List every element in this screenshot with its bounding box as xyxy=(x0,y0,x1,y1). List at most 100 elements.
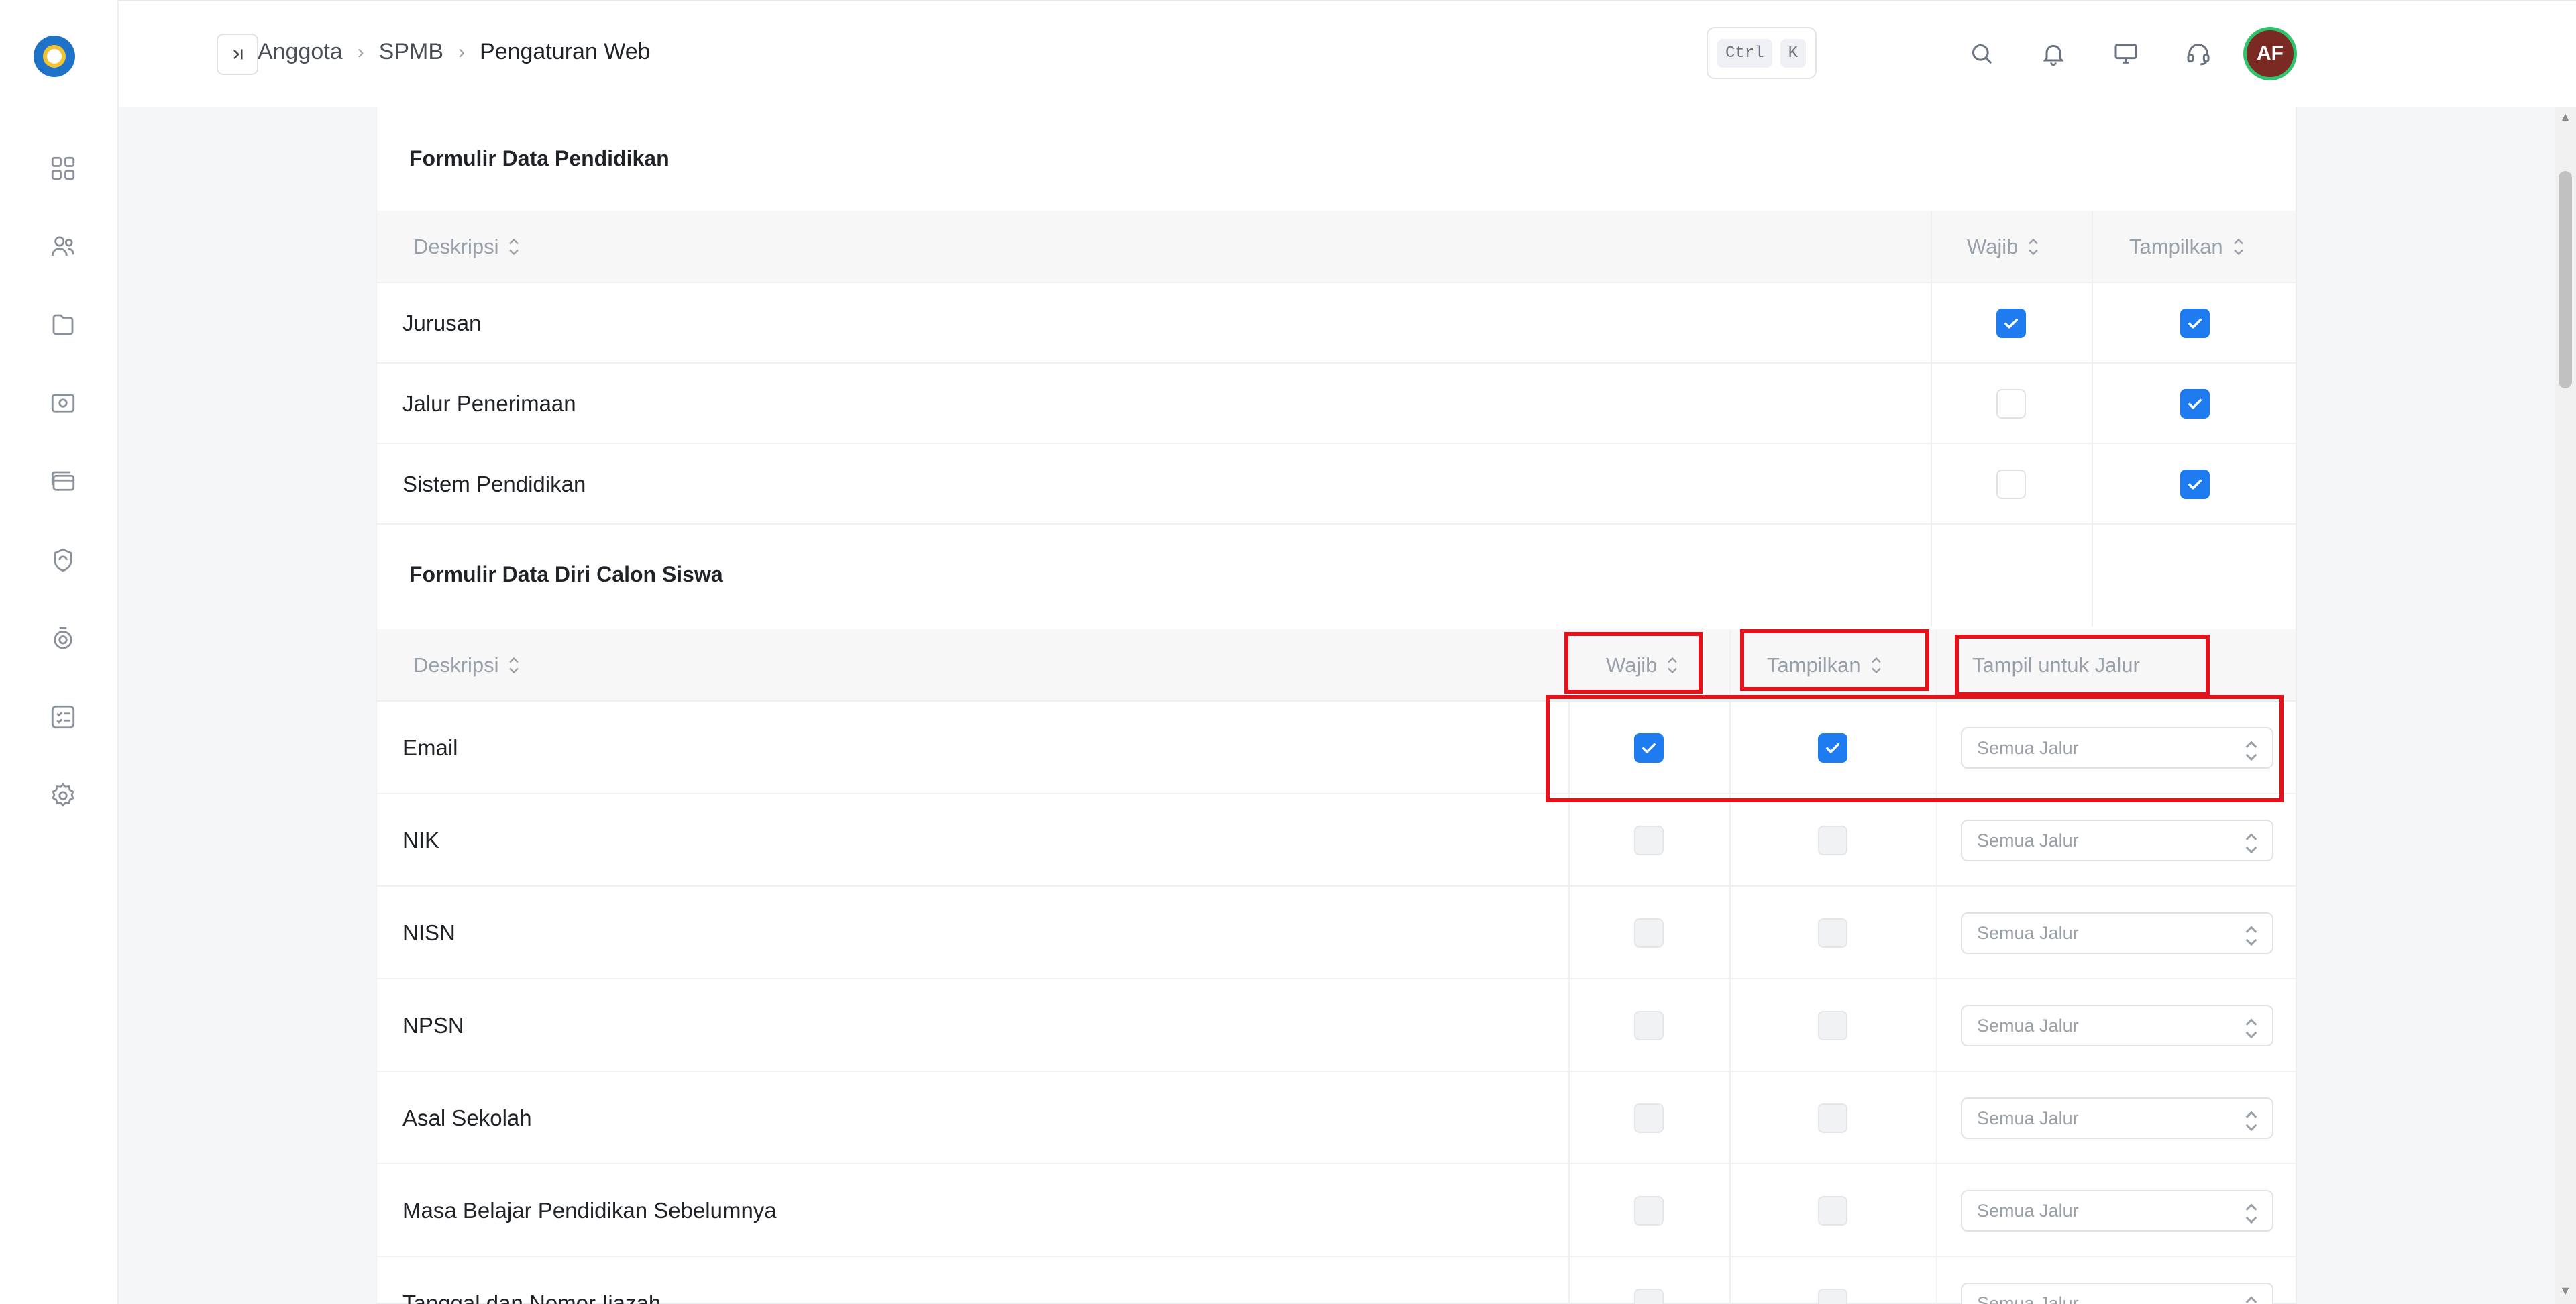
row-label: Jurusan xyxy=(402,311,482,335)
chevron-updown-icon xyxy=(2244,1294,2259,1304)
users-icon[interactable] xyxy=(47,230,79,262)
row-label: NISN xyxy=(402,920,455,945)
sort-icon xyxy=(508,655,520,675)
table-row: Asal Sekolah Semua Jalur xyxy=(377,1072,2296,1164)
jalur-select[interactable]: Semua Jalur xyxy=(1961,1005,2273,1046)
jalur-select[interactable]: Semua Jalur xyxy=(1961,1097,2273,1139)
scroll-up-icon[interactable]: ▲ xyxy=(2559,110,2572,123)
settings-card: Formulir Data Pendidikan Deskripsi Wajib… xyxy=(376,107,2297,1304)
sort-icon xyxy=(2233,237,2245,257)
column-header-label: Deskripsi xyxy=(413,235,499,258)
breadcrumb: Anggota › SPMB › Pengaturan Web xyxy=(258,39,651,65)
search-icon[interactable] xyxy=(1966,38,1998,70)
sidebar-toggle-button[interactable] xyxy=(217,34,258,75)
chevron-updown-icon xyxy=(2244,1109,2259,1132)
monitor-icon[interactable] xyxy=(2110,38,2142,70)
column-header-wajib[interactable]: Wajib xyxy=(1967,211,2039,283)
command-palette-button[interactable]: Ctrl K xyxy=(1707,27,1817,79)
shortcut-key-k: K xyxy=(1780,38,1806,68)
folder-icon[interactable] xyxy=(47,309,79,341)
wajib-checkbox[interactable] xyxy=(1634,1289,1664,1304)
wajib-checkbox[interactable] xyxy=(1634,1103,1664,1133)
row-label: Email xyxy=(402,735,458,760)
shortcut-key-ctrl: Ctrl xyxy=(1717,38,1772,68)
jalur-select[interactable]: Semua Jalur xyxy=(1961,912,2273,954)
wallet-icon[interactable] xyxy=(47,387,79,419)
tampilkan-checkbox[interactable] xyxy=(1818,918,1847,948)
card-icon[interactable] xyxy=(47,466,79,498)
shield-icon[interactable] xyxy=(47,544,79,576)
tampilkan-checkbox[interactable] xyxy=(1818,826,1847,855)
table-row: Jalur Penerimaan xyxy=(377,364,2296,444)
breadcrumb-current: Pengaturan Web xyxy=(480,39,651,64)
chevron-updown-icon xyxy=(2244,831,2259,854)
column-header-deskripsi[interactable]: Deskripsi xyxy=(413,211,520,283)
tampilkan-checkbox[interactable] xyxy=(1818,1011,1847,1040)
badge-icon[interactable] xyxy=(47,622,79,655)
jalur-select[interactable]: Semua Jalur xyxy=(1961,1283,2273,1304)
chevron-updown-icon xyxy=(2244,924,2259,946)
section-title-diri: Formulir Data Diri Calon Siswa xyxy=(409,562,723,586)
table-row: Sistem Pendidikan xyxy=(377,444,2296,525)
column-header-label: Tampilkan xyxy=(2129,235,2223,258)
highlight-email-row xyxy=(1546,695,2284,802)
column-header-label: Deskripsi xyxy=(413,653,499,677)
column-header-label: Wajib xyxy=(1967,235,2019,258)
bell-icon[interactable] xyxy=(2037,38,2070,70)
table-row: Tanggal dan Nomor Ijazah Semua Jalur xyxy=(377,1257,2296,1304)
jalur-select[interactable]: Semua Jalur xyxy=(1961,820,2273,861)
row-label: Jalur Penerimaan xyxy=(402,391,576,416)
scrollbar-thumb[interactable] xyxy=(2559,171,2572,388)
tampilkan-checkbox[interactable] xyxy=(1818,1289,1847,1304)
row-label: Sistem Pendidikan xyxy=(402,472,586,496)
row-label: Tanggal dan Nomor Ijazah xyxy=(402,1291,661,1304)
scroll-down-icon[interactable]: ▼ xyxy=(2559,1284,2572,1297)
user-avatar[interactable]: AF xyxy=(2243,27,2297,80)
sort-icon xyxy=(2027,237,2039,257)
row-label: NPSN xyxy=(402,1013,464,1038)
table-row: Masa Belajar Pendidikan Sebelumnya Semua … xyxy=(377,1164,2296,1257)
jalur-select-value: Semua Jalur xyxy=(1977,922,2079,943)
sort-icon xyxy=(508,237,520,257)
jalur-select-value: Semua Jalur xyxy=(1977,1293,2079,1304)
column-header-tampilkan[interactable]: Tampilkan xyxy=(2129,211,2245,283)
breadcrumb-link-anggota[interactable]: Anggota xyxy=(258,39,343,65)
wajib-checkbox[interactable] xyxy=(1634,918,1664,948)
tampilkan-checkbox[interactable] xyxy=(1818,1196,1847,1226)
tampilkan-checkbox[interactable] xyxy=(2180,470,2210,499)
logo-emblem-icon xyxy=(43,45,66,68)
wajib-checkbox[interactable] xyxy=(1996,309,2026,338)
wajib-checkbox[interactable] xyxy=(1996,389,2026,419)
wajib-checkbox[interactable] xyxy=(1996,470,2026,499)
gear-icon[interactable] xyxy=(47,779,79,812)
row-label: Masa Belajar Pendidikan Sebelumnya xyxy=(402,1198,777,1223)
tampilkan-checkbox[interactable] xyxy=(1818,1103,1847,1133)
tampilkan-checkbox[interactable] xyxy=(2180,389,2210,419)
section-title-pendidikan: Formulir Data Pendidikan xyxy=(409,146,669,170)
column-header-deskripsi[interactable]: Deskripsi xyxy=(413,629,520,702)
jalur-select-value: Semua Jalur xyxy=(1977,1015,2079,1036)
table-row: NISN Semua Jalur xyxy=(377,887,2296,979)
table-row: NPSN Semua Jalur xyxy=(377,979,2296,1072)
tampilkan-checkbox[interactable] xyxy=(2180,309,2210,338)
app-logo[interactable] xyxy=(34,36,75,77)
checklist-icon[interactable] xyxy=(47,701,79,733)
dashboard-icon[interactable] xyxy=(47,152,79,184)
jalur-select[interactable]: Semua Jalur xyxy=(1961,1190,2273,1232)
table-row: NIK Semua Jalur xyxy=(377,794,2296,887)
highlight-jalur-header xyxy=(1955,635,2210,696)
chevron-updown-icon xyxy=(2244,1201,2259,1224)
wajib-checkbox[interactable] xyxy=(1634,826,1664,855)
row-label: NIK xyxy=(402,828,440,853)
headset-icon[interactable] xyxy=(2182,38,2214,70)
table-header-pendidikan: Deskripsi Wajib Tampilkan xyxy=(377,211,2296,283)
row-label: Asal Sekolah xyxy=(402,1105,532,1130)
highlight-tampilkan-header xyxy=(1740,629,1929,691)
wajib-checkbox[interactable] xyxy=(1634,1196,1664,1226)
jalur-select-value: Semua Jalur xyxy=(1977,830,2079,851)
jalur-select-value: Semua Jalur xyxy=(1977,1200,2079,1221)
breadcrumb-link-spmb[interactable]: SPMB xyxy=(379,39,443,65)
expand-sidebar-icon xyxy=(233,49,243,60)
wajib-checkbox[interactable] xyxy=(1634,1011,1664,1040)
jalur-select-value: Semua Jalur xyxy=(1977,1107,2079,1128)
